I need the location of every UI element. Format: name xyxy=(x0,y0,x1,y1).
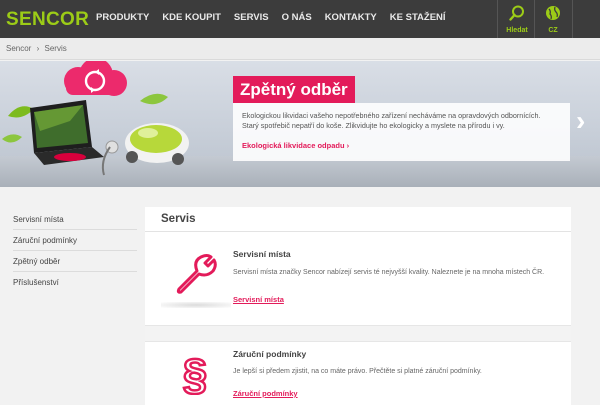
sidebar-item-prislusenstvi[interactable]: Příslušenství xyxy=(13,272,137,293)
breadcrumb-home[interactable]: Sencor xyxy=(6,44,31,53)
zarucni-podminky-link[interactable]: Záruční podmínky xyxy=(233,389,298,398)
paragraph-icon: § xyxy=(182,349,209,395)
hero-title: Zpětný odběr xyxy=(233,76,355,103)
block-separator xyxy=(145,325,571,342)
hero-caption-box: Ekologickou likvidaci vašeho nepotřebnéh… xyxy=(233,103,570,161)
globe-icon xyxy=(546,6,560,20)
svg-text:§: § xyxy=(183,350,207,395)
chevron-right-icon: › xyxy=(346,141,350,150)
servisni-mista-link[interactable]: Servisní místa xyxy=(233,295,284,304)
portable-dvd-player xyxy=(30,100,104,165)
hero-illustration xyxy=(2,61,189,176)
nav-item-kontakty[interactable]: KONTAKTY xyxy=(325,12,377,23)
search-button[interactable]: Hledat xyxy=(503,5,531,35)
block-title-zarucni-podminky: Záruční podmínky xyxy=(233,349,307,359)
search-icon xyxy=(509,5,524,21)
breadcrumb-current: Servis xyxy=(44,44,67,53)
nav-item-ke-stazeni[interactable]: KE STAŽENÍ xyxy=(390,12,446,23)
sidebar-item-servisni-mista[interactable]: Servisní místa xyxy=(13,209,137,230)
hero-text-line1: Ekologickou likvidaci vašeho nepotřebnéh… xyxy=(242,111,541,120)
vacuum-cleaner xyxy=(101,123,189,176)
wrench-icon xyxy=(176,254,217,294)
block-desc-servisni-mista: Servisní místa značky Sencor nabízejí se… xyxy=(233,269,545,276)
sidebar-item-zarucni-podminky[interactable]: Záruční podmínky xyxy=(13,230,137,251)
language-button[interactable]: CZ xyxy=(539,5,567,35)
nav-item-kde-koupit[interactable]: KDE KOUPIT xyxy=(162,12,221,23)
nav-item-o-nas[interactable]: O NÁS xyxy=(282,12,312,23)
carousel-next-arrow[interactable]: › xyxy=(576,107,600,135)
top-navigation-bar: SENCOR PRODUKTY KDE KOUPIT SERVIS O NÁS … xyxy=(0,0,600,38)
language-label: CZ xyxy=(548,27,558,34)
breadcrumb: Sencor › Servis xyxy=(0,38,600,60)
hero-link[interactable]: Ekologická likvidace odpadu › xyxy=(242,141,349,150)
block-desc-zarucni-podminky: Je lepší si předem zjistit, na co máte p… xyxy=(233,368,482,375)
search-label: Hledat xyxy=(506,27,528,34)
nav-item-servis[interactable]: SERVIS xyxy=(234,12,269,23)
block-title-servisni-mista: Servisní místa xyxy=(233,249,291,259)
nav-divider xyxy=(534,0,535,38)
nav-item-produkty[interactable]: PRODUKTY xyxy=(96,12,149,23)
icon-shadow xyxy=(161,302,231,308)
content-panel: Servis Servisní místa Servisní místa zna… xyxy=(145,207,571,405)
breadcrumb-separator: › xyxy=(36,44,40,53)
sencor-logo[interactable]: SENCOR xyxy=(6,9,89,31)
title-divider xyxy=(145,231,571,232)
sidebar-item-zpetny-odber[interactable]: Zpětný odběr xyxy=(13,251,137,272)
hero-text-line2: Starý spotřebič nepatří do koše. Zlikvid… xyxy=(242,121,505,130)
sidebar: Servisní místa Záruční podmínky Zpětný o… xyxy=(13,209,137,293)
nav-divider xyxy=(497,0,498,38)
main-nav: PRODUKTY KDE KOUPIT SERVIS O NÁS KONTAKT… xyxy=(96,12,459,23)
nav-divider xyxy=(572,0,573,38)
hero-banner: Zpětný odběr Ekologickou likvidaci vašeh… xyxy=(0,61,600,187)
hero-link-label: Ekologická likvidace odpadu xyxy=(242,141,345,150)
page-title: Servis xyxy=(161,213,196,225)
